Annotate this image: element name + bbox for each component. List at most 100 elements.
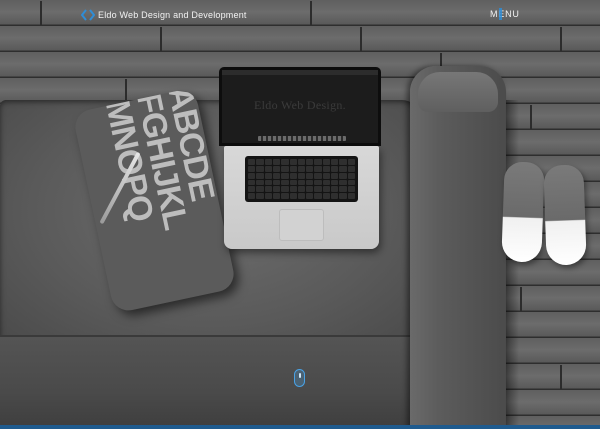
keyboard-key bbox=[264, 172, 272, 179]
keyboard-key bbox=[322, 159, 331, 165]
bottom-bar bbox=[0, 425, 600, 429]
sofa-arm bbox=[410, 66, 506, 429]
keyboard-key bbox=[264, 159, 272, 165]
keyboard-key bbox=[322, 186, 331, 193]
keyboard-key bbox=[331, 186, 339, 193]
keyboard-key bbox=[264, 186, 272, 193]
menu-button[interactable]: MENU bbox=[490, 8, 520, 20]
keyboard-key bbox=[331, 165, 339, 172]
keyboard-key bbox=[272, 165, 281, 172]
keyboard-key bbox=[281, 186, 289, 193]
keyboard-key bbox=[256, 159, 264, 165]
keyboard-key bbox=[306, 179, 314, 186]
keyboard-key bbox=[272, 186, 281, 193]
laptop-menu-strip bbox=[222, 70, 378, 75]
keyboard-key bbox=[281, 193, 289, 199]
laptop-base bbox=[224, 146, 379, 249]
keyboard-key bbox=[248, 172, 256, 179]
keyboard-key bbox=[339, 186, 347, 193]
keyboard-key bbox=[256, 165, 264, 172]
keyboard-key bbox=[297, 193, 306, 199]
keyboard-key bbox=[281, 179, 289, 186]
keyboard-key bbox=[248, 186, 256, 193]
keyboard-key bbox=[339, 179, 347, 186]
keyboard-key bbox=[256, 179, 264, 186]
keyboard-key bbox=[306, 193, 314, 199]
keyboard-key bbox=[347, 186, 355, 193]
keyboard-key bbox=[289, 165, 297, 172]
floor-seam bbox=[520, 287, 522, 311]
floor-seam bbox=[560, 27, 562, 51]
keyboard-key bbox=[314, 172, 322, 179]
floor-seam bbox=[160, 27, 162, 51]
sofa-seat bbox=[0, 335, 440, 429]
keyboard-key bbox=[322, 172, 331, 179]
keyboard-key bbox=[281, 172, 289, 179]
laptop-screen: Eldo Web Design. bbox=[219, 67, 381, 146]
keyboard-key bbox=[289, 172, 297, 179]
keyboard-key bbox=[297, 165, 306, 172]
brand-link[interactable]: Eldo Web Design and Development bbox=[81, 8, 247, 22]
keyboard-key bbox=[297, 179, 306, 186]
keyboard-key bbox=[347, 193, 355, 199]
keyboard-key bbox=[297, 172, 306, 179]
keyboard-key bbox=[347, 179, 355, 186]
laptop-trackpad bbox=[279, 209, 324, 241]
hero-background: ABCDE FGHIJKL MNOPQ Eldo Web Design. bbox=[0, 0, 600, 429]
sofa-shadow bbox=[505, 100, 519, 429]
keyboard-key bbox=[256, 186, 264, 193]
keyboard-key bbox=[314, 193, 322, 199]
keyboard-key bbox=[331, 159, 339, 165]
keyboard-key bbox=[339, 165, 347, 172]
keyboard-key bbox=[306, 159, 314, 165]
keyboard-key bbox=[347, 165, 355, 172]
keyboard-key bbox=[314, 179, 322, 186]
keyboard-key bbox=[347, 159, 355, 165]
slipper-right bbox=[543, 164, 587, 266]
keyboard-key bbox=[289, 179, 297, 186]
laptop-keyboard bbox=[245, 156, 358, 202]
keyboard-key bbox=[264, 179, 272, 186]
keyboard-key bbox=[248, 193, 256, 199]
sofa-arm-top bbox=[418, 72, 498, 112]
mouse-scroll-icon[interactable] bbox=[294, 369, 305, 387]
keyboard-key bbox=[248, 165, 256, 172]
floor-seam bbox=[40, 1, 42, 25]
keyboard-key bbox=[347, 172, 355, 179]
floor-seam bbox=[560, 365, 562, 389]
keyboard-key bbox=[256, 193, 264, 199]
keyboard-key bbox=[339, 159, 347, 165]
keyboard-key bbox=[256, 172, 264, 179]
keyboard-key bbox=[306, 172, 314, 179]
scroll-wheel bbox=[298, 373, 301, 378]
floor-seam bbox=[360, 27, 362, 51]
keyboard-key bbox=[264, 193, 272, 199]
keyboard-key bbox=[297, 186, 306, 193]
keyboard-key bbox=[314, 186, 322, 193]
brand-name: Eldo Web Design and Development bbox=[98, 10, 247, 20]
laptop-screen-title: Eldo Web Design. bbox=[254, 98, 346, 112]
keyboard-key bbox=[272, 172, 281, 179]
keyboard-key bbox=[272, 159, 281, 165]
slipper-left bbox=[501, 161, 545, 263]
keyboard-key bbox=[339, 172, 347, 179]
keyboard-key bbox=[331, 193, 339, 199]
keyboard-key bbox=[322, 165, 331, 172]
keyboard-key bbox=[281, 165, 289, 172]
floor-seam bbox=[310, 1, 312, 25]
code-brackets-icon bbox=[81, 9, 95, 21]
keyboard-key bbox=[264, 165, 272, 172]
floor-seam bbox=[530, 105, 532, 129]
menu-accent-bar bbox=[499, 8, 502, 20]
keyboard-key bbox=[306, 165, 314, 172]
keyboard-key bbox=[248, 179, 256, 186]
keyboard-key bbox=[331, 179, 339, 186]
keyboard-key bbox=[322, 193, 331, 199]
keyboard-key bbox=[289, 193, 297, 199]
keyboard-key bbox=[314, 159, 322, 165]
keyboard-key bbox=[289, 159, 297, 165]
keyboard-key bbox=[272, 193, 281, 199]
keyboard-key bbox=[322, 179, 331, 186]
keyboard-key bbox=[289, 186, 297, 193]
keyboard-key bbox=[339, 193, 347, 199]
